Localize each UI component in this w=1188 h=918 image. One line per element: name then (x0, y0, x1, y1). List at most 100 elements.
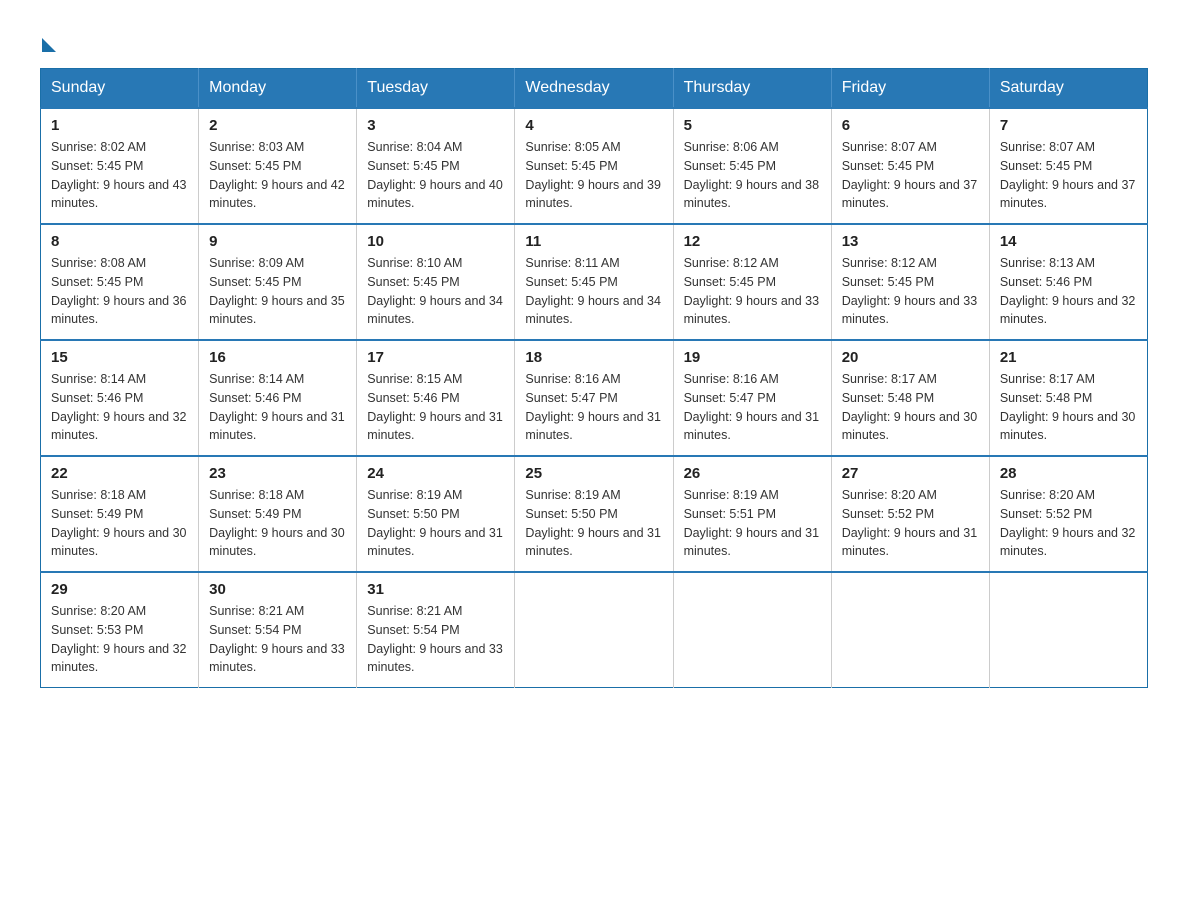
day-number: 22 (51, 465, 188, 482)
day-info: Sunrise: 8:20 AMSunset: 5:52 PMDaylight:… (1000, 488, 1136, 558)
calendar-day-cell: 17 Sunrise: 8:15 AMSunset: 5:46 PMDaylig… (357, 340, 515, 456)
day-number: 20 (842, 349, 979, 366)
calendar-day-cell: 28 Sunrise: 8:20 AMSunset: 5:52 PMDaylig… (989, 456, 1147, 572)
day-info: Sunrise: 8:11 AMSunset: 5:45 PMDaylight:… (525, 256, 661, 326)
day-info: Sunrise: 8:05 AMSunset: 5:45 PMDaylight:… (525, 140, 661, 210)
day-info: Sunrise: 8:15 AMSunset: 5:46 PMDaylight:… (367, 372, 503, 442)
calendar-day-cell: 14 Sunrise: 8:13 AMSunset: 5:46 PMDaylig… (989, 224, 1147, 340)
calendar-day-cell: 8 Sunrise: 8:08 AMSunset: 5:45 PMDayligh… (41, 224, 199, 340)
day-info: Sunrise: 8:20 AMSunset: 5:53 PMDaylight:… (51, 604, 187, 674)
page-header (40, 30, 1148, 50)
day-info: Sunrise: 8:21 AMSunset: 5:54 PMDaylight:… (209, 604, 345, 674)
calendar-day-cell: 24 Sunrise: 8:19 AMSunset: 5:50 PMDaylig… (357, 456, 515, 572)
day-number: 9 (209, 233, 346, 250)
calendar-day-cell: 7 Sunrise: 8:07 AMSunset: 5:45 PMDayligh… (989, 108, 1147, 224)
logo (40, 30, 56, 50)
calendar-day-cell: 29 Sunrise: 8:20 AMSunset: 5:53 PMDaylig… (41, 572, 199, 688)
day-number: 16 (209, 349, 346, 366)
day-info: Sunrise: 8:19 AMSunset: 5:51 PMDaylight:… (684, 488, 820, 558)
day-info: Sunrise: 8:07 AMSunset: 5:45 PMDaylight:… (1000, 140, 1136, 210)
day-number: 6 (842, 117, 979, 134)
calendar-day-cell: 2 Sunrise: 8:03 AMSunset: 5:45 PMDayligh… (199, 108, 357, 224)
day-number: 19 (684, 349, 821, 366)
calendar-week-row: 29 Sunrise: 8:20 AMSunset: 5:53 PMDaylig… (41, 572, 1148, 688)
calendar-day-cell: 23 Sunrise: 8:18 AMSunset: 5:49 PMDaylig… (199, 456, 357, 572)
day-number: 27 (842, 465, 979, 482)
logo-triangle-icon (42, 38, 56, 52)
calendar-week-row: 8 Sunrise: 8:08 AMSunset: 5:45 PMDayligh… (41, 224, 1148, 340)
calendar-day-header: Thursday (673, 69, 831, 109)
day-number: 18 (525, 349, 662, 366)
day-info: Sunrise: 8:19 AMSunset: 5:50 PMDaylight:… (367, 488, 503, 558)
calendar-day-cell: 19 Sunrise: 8:16 AMSunset: 5:47 PMDaylig… (673, 340, 831, 456)
day-number: 13 (842, 233, 979, 250)
day-info: Sunrise: 8:10 AMSunset: 5:45 PMDaylight:… (367, 256, 503, 326)
day-number: 8 (51, 233, 188, 250)
day-info: Sunrise: 8:20 AMSunset: 5:52 PMDaylight:… (842, 488, 978, 558)
calendar-day-cell: 31 Sunrise: 8:21 AMSunset: 5:54 PMDaylig… (357, 572, 515, 688)
calendar-day-cell: 26 Sunrise: 8:19 AMSunset: 5:51 PMDaylig… (673, 456, 831, 572)
day-info: Sunrise: 8:19 AMSunset: 5:50 PMDaylight:… (525, 488, 661, 558)
calendar-day-cell: 3 Sunrise: 8:04 AMSunset: 5:45 PMDayligh… (357, 108, 515, 224)
calendar-day-cell: 4 Sunrise: 8:05 AMSunset: 5:45 PMDayligh… (515, 108, 673, 224)
day-info: Sunrise: 8:17 AMSunset: 5:48 PMDaylight:… (842, 372, 978, 442)
day-info: Sunrise: 8:03 AMSunset: 5:45 PMDaylight:… (209, 140, 345, 210)
calendar-day-header: Saturday (989, 69, 1147, 109)
day-info: Sunrise: 8:08 AMSunset: 5:45 PMDaylight:… (51, 256, 187, 326)
calendar-day-cell: 10 Sunrise: 8:10 AMSunset: 5:45 PMDaylig… (357, 224, 515, 340)
calendar-day-cell: 25 Sunrise: 8:19 AMSunset: 5:50 PMDaylig… (515, 456, 673, 572)
day-number: 10 (367, 233, 504, 250)
calendar-week-row: 1 Sunrise: 8:02 AMSunset: 5:45 PMDayligh… (41, 108, 1148, 224)
calendar-day-header: Wednesday (515, 69, 673, 109)
calendar-day-cell (515, 572, 673, 688)
day-number: 24 (367, 465, 504, 482)
day-number: 17 (367, 349, 504, 366)
calendar-day-cell: 30 Sunrise: 8:21 AMSunset: 5:54 PMDaylig… (199, 572, 357, 688)
day-info: Sunrise: 8:13 AMSunset: 5:46 PMDaylight:… (1000, 256, 1136, 326)
calendar-day-cell: 13 Sunrise: 8:12 AMSunset: 5:45 PMDaylig… (831, 224, 989, 340)
day-info: Sunrise: 8:12 AMSunset: 5:45 PMDaylight:… (842, 256, 978, 326)
calendar-day-cell: 12 Sunrise: 8:12 AMSunset: 5:45 PMDaylig… (673, 224, 831, 340)
day-info: Sunrise: 8:07 AMSunset: 5:45 PMDaylight:… (842, 140, 978, 210)
day-info: Sunrise: 8:16 AMSunset: 5:47 PMDaylight:… (684, 372, 820, 442)
day-info: Sunrise: 8:21 AMSunset: 5:54 PMDaylight:… (367, 604, 503, 674)
calendar-day-cell: 27 Sunrise: 8:20 AMSunset: 5:52 PMDaylig… (831, 456, 989, 572)
day-number: 12 (684, 233, 821, 250)
day-number: 1 (51, 117, 188, 134)
calendar-day-cell: 5 Sunrise: 8:06 AMSunset: 5:45 PMDayligh… (673, 108, 831, 224)
day-number: 25 (525, 465, 662, 482)
day-info: Sunrise: 8:06 AMSunset: 5:45 PMDaylight:… (684, 140, 820, 210)
day-number: 7 (1000, 117, 1137, 134)
calendar-week-row: 15 Sunrise: 8:14 AMSunset: 5:46 PMDaylig… (41, 340, 1148, 456)
day-number: 3 (367, 117, 504, 134)
calendar-day-header: Friday (831, 69, 989, 109)
calendar-table: SundayMondayTuesdayWednesdayThursdayFrid… (40, 68, 1148, 688)
day-info: Sunrise: 8:18 AMSunset: 5:49 PMDaylight:… (209, 488, 345, 558)
calendar-day-cell: 21 Sunrise: 8:17 AMSunset: 5:48 PMDaylig… (989, 340, 1147, 456)
day-info: Sunrise: 8:16 AMSunset: 5:47 PMDaylight:… (525, 372, 661, 442)
calendar-day-header: Tuesday (357, 69, 515, 109)
day-number: 11 (525, 233, 662, 250)
day-number: 14 (1000, 233, 1137, 250)
day-number: 5 (684, 117, 821, 134)
calendar-day-cell: 18 Sunrise: 8:16 AMSunset: 5:47 PMDaylig… (515, 340, 673, 456)
day-number: 28 (1000, 465, 1137, 482)
day-info: Sunrise: 8:18 AMSunset: 5:49 PMDaylight:… (51, 488, 187, 558)
day-number: 23 (209, 465, 346, 482)
day-info: Sunrise: 8:04 AMSunset: 5:45 PMDaylight:… (367, 140, 503, 210)
day-number: 15 (51, 349, 188, 366)
calendar-day-cell: 6 Sunrise: 8:07 AMSunset: 5:45 PMDayligh… (831, 108, 989, 224)
calendar-day-header: Sunday (41, 69, 199, 109)
calendar-day-cell: 22 Sunrise: 8:18 AMSunset: 5:49 PMDaylig… (41, 456, 199, 572)
day-info: Sunrise: 8:12 AMSunset: 5:45 PMDaylight:… (684, 256, 820, 326)
day-number: 30 (209, 581, 346, 598)
calendar-day-cell: 11 Sunrise: 8:11 AMSunset: 5:45 PMDaylig… (515, 224, 673, 340)
calendar-day-cell: 16 Sunrise: 8:14 AMSunset: 5:46 PMDaylig… (199, 340, 357, 456)
day-info: Sunrise: 8:02 AMSunset: 5:45 PMDaylight:… (51, 140, 187, 210)
calendar-week-row: 22 Sunrise: 8:18 AMSunset: 5:49 PMDaylig… (41, 456, 1148, 572)
calendar-day-cell: 20 Sunrise: 8:17 AMSunset: 5:48 PMDaylig… (831, 340, 989, 456)
day-number: 4 (525, 117, 662, 134)
calendar-day-cell (831, 572, 989, 688)
calendar-day-cell: 9 Sunrise: 8:09 AMSunset: 5:45 PMDayligh… (199, 224, 357, 340)
day-number: 29 (51, 581, 188, 598)
